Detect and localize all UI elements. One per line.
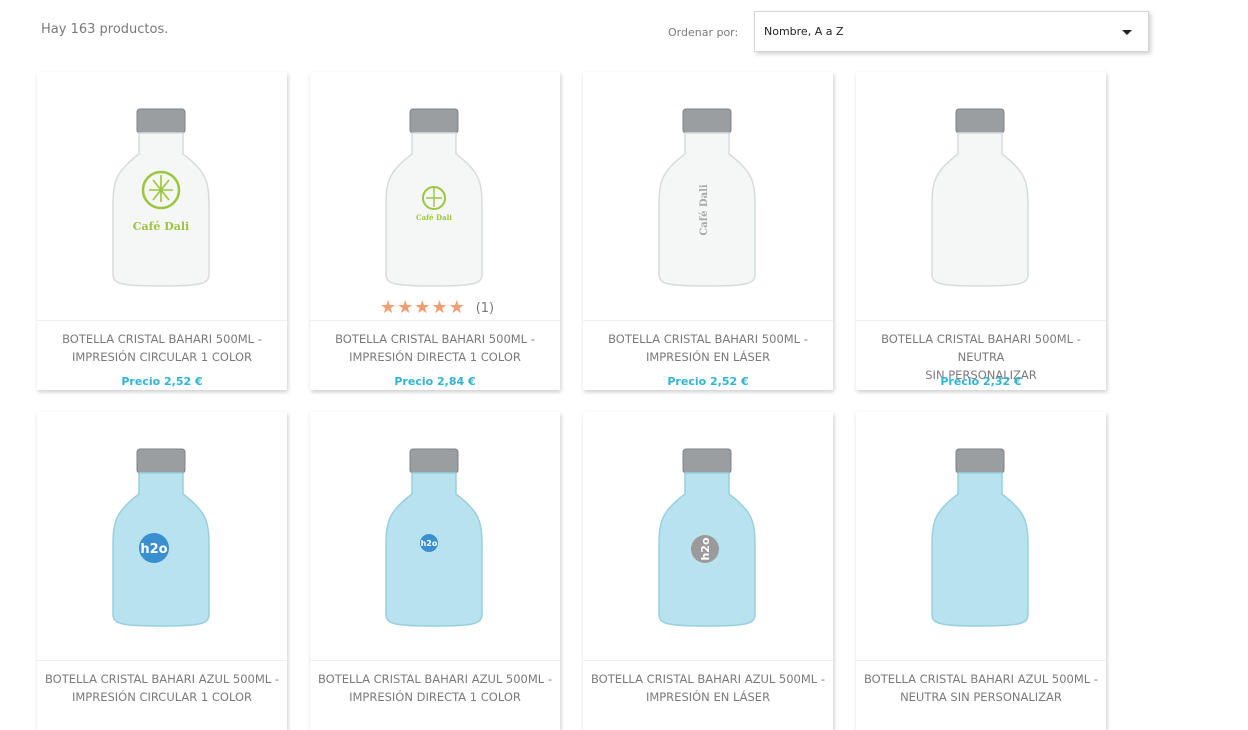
product-title[interactable]: BOTELLA CRISTAL BAHARI 500ML - IMPRESIÓN… [583, 330, 833, 366]
product-price: Precio 2,52 € [667, 375, 749, 388]
product-rating: ★ ★ ★ ★ ★ (1) [380, 299, 494, 317]
product-thumbnail[interactable] [856, 412, 1106, 660]
product-title[interactable]: BOTELLA CRISTAL BAHARI AZUL 500ML - IMPR… [310, 670, 560, 706]
product-thumbnail[interactable] [856, 72, 1106, 320]
product-logo-text: h2o [140, 542, 167, 557]
product-card[interactable]: BOTELLA CRISTAL BAHARI AZUL 500ML - NEUT… [856, 412, 1106, 730]
product-title[interactable]: BOTELLA CRISTAL BAHARI AZUL 500ML - IMPR… [37, 670, 287, 706]
product-thumbnail[interactable]: h2o [583, 412, 833, 660]
product-price: Precio 2,84 € [394, 375, 476, 388]
sort-select-value: Nombre, A a Z [764, 25, 844, 38]
rating-count: (1) [475, 300, 495, 316]
product-logo-text: Café Dali [416, 213, 452, 222]
product-price: Precio 2,52 € [121, 375, 203, 388]
star-icon: ★ [380, 297, 397, 318]
product-logo-text: Café Dali [133, 220, 189, 233]
product-thumbnail[interactable]: Café Dali [583, 72, 833, 320]
product-card[interactable]: h2o BOTELLA CRISTAL BAHARI AZUL 500ML - … [583, 412, 833, 730]
star-icon: ★ [397, 297, 414, 318]
product-card[interactable]: h2o BOTELLA CRISTAL BAHARI AZUL 500ML - … [37, 412, 287, 730]
product-logo-text: Café Dali [699, 184, 710, 236]
product-logo-text: h2o [421, 539, 438, 548]
product-card[interactable]: BOTELLA CRISTAL BAHARI 500ML - NEUTRA SI… [856, 72, 1106, 390]
product-title[interactable]: BOTELLA CRISTAL BAHARI 500ML - IMPRESIÓN… [310, 330, 560, 366]
star-icon: ★ [414, 297, 431, 318]
sort-label: Ordenar por: [668, 26, 739, 39]
sort-select[interactable]: Nombre, A a Z [754, 11, 1149, 52]
product-title[interactable]: BOTELLA CRISTAL BAHARI 500ML - IMPRESIÓN… [37, 330, 287, 366]
product-thumbnail[interactable]: Café Dali [37, 72, 287, 320]
product-logo-text: h2o [699, 537, 712, 560]
product-card[interactable]: Café Dali BOTELLA CRISTAL BAHARI 500ML -… [37, 72, 287, 390]
product-thumbnail[interactable]: h2o [310, 412, 560, 660]
star-icon: ★ [431, 297, 448, 318]
star-icon: ★ [448, 297, 465, 318]
product-thumbnail[interactable]: h2o [37, 412, 287, 660]
product-title[interactable]: BOTELLA CRISTAL BAHARI AZUL 500ML - NEUT… [856, 670, 1106, 706]
product-count: Hay 163 productos. [41, 22, 169, 37]
product-card[interactable]: h2o BOTELLA CRISTAL BAHARI AZUL 500ML - … [310, 412, 560, 730]
product-card[interactable]: Café Dali BOTELLA CRISTAL BAHARI 500ML -… [583, 72, 833, 390]
product-title[interactable]: BOTELLA CRISTAL BAHARI AZUL 500ML - IMPR… [583, 670, 833, 706]
product-price: Precio 2,32 € [940, 375, 1022, 388]
product-card[interactable]: Café Dali ★ ★ ★ ★ ★ (1) BOTELLA CRISTAL … [310, 72, 560, 390]
caret-down-icon [1122, 30, 1132, 35]
product-thumbnail[interactable]: Café Dali ★ ★ ★ ★ ★ (1) [310, 72, 560, 320]
